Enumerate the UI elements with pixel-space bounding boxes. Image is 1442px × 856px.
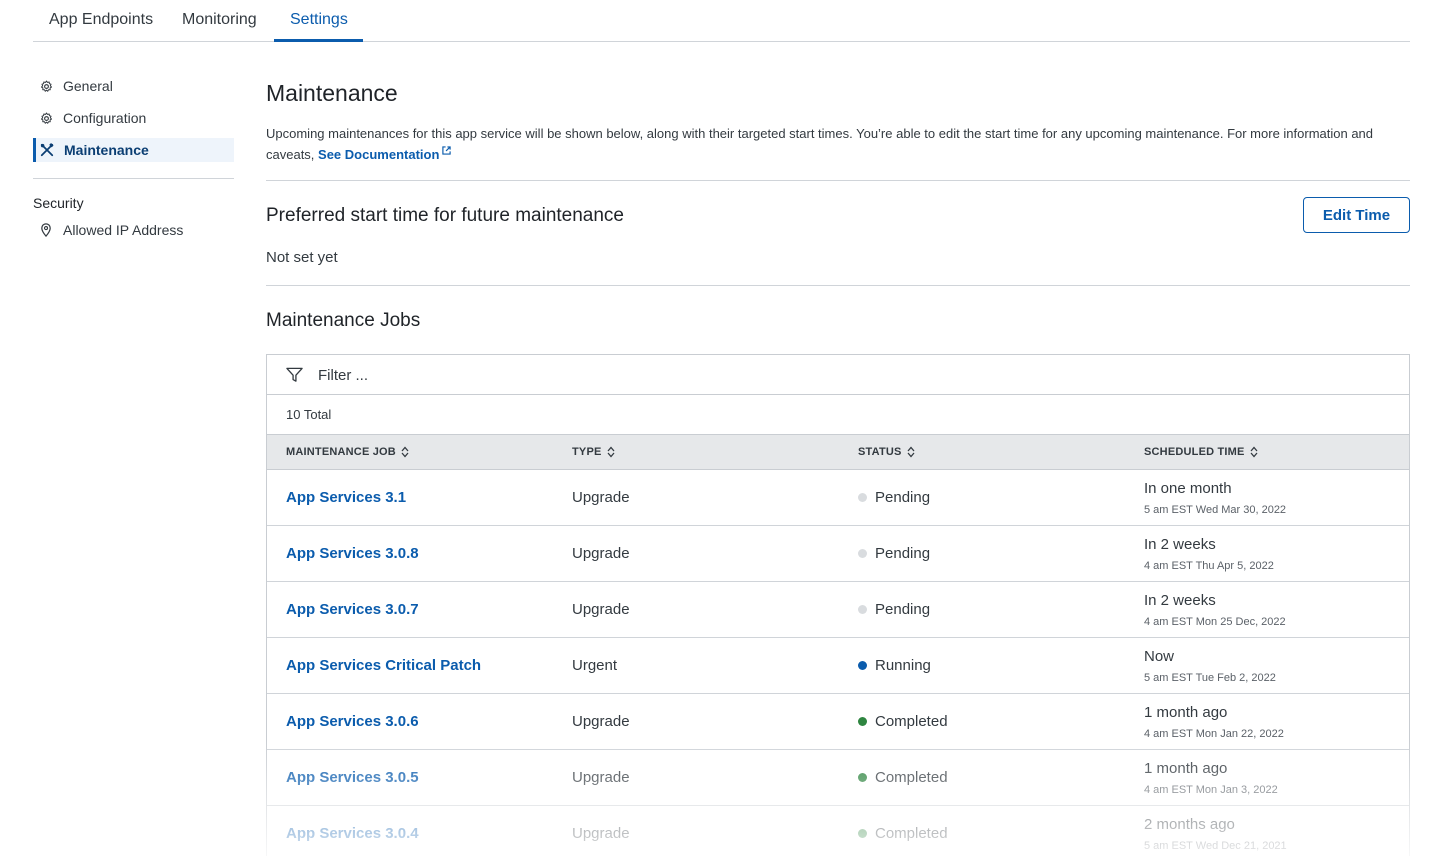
status-dot-icon — [858, 493, 867, 502]
column-header-type[interactable]: TYPE — [572, 446, 615, 458]
section-divider — [266, 285, 1410, 286]
column-header-job[interactable]: MAINTENANCE JOB — [286, 446, 409, 458]
scheduled-time: In 2 weeks — [1144, 592, 1216, 609]
sidebar-item-allowed-ip[interactable]: Allowed IP Address — [33, 218, 234, 242]
job-status: Completed — [858, 825, 948, 842]
job-type: Upgrade — [572, 825, 630, 842]
page-description: Upcoming maintenances for this app servi… — [266, 123, 1410, 165]
table-row: App Services 3.0.8 Upgrade Pending In 2 … — [267, 526, 1409, 582]
maintenance-jobs-title: Maintenance Jobs — [266, 310, 421, 331]
job-link[interactable]: App Services 3.0.4 — [286, 825, 419, 842]
tab-settings[interactable]: Settings — [290, 11, 348, 29]
table-row: App Services 3.0.6 Upgrade Completed 1 m… — [267, 694, 1409, 750]
scheduled-time-detail: 4 am EST Thu Apr 5, 2022 — [1144, 560, 1274, 572]
gear-icon — [39, 79, 53, 93]
total-count: 10 Total — [286, 407, 332, 422]
scheduled-time-detail: 4 am EST Mon Jan 22, 2022 — [1144, 728, 1284, 740]
job-link[interactable]: App Services 3.0.6 — [286, 713, 419, 730]
tab-monitoring[interactable]: Monitoring — [182, 11, 257, 29]
external-link-icon — [442, 146, 452, 155]
top-tab-bar: App Endpoints Monitoring Settings — [33, 0, 1410, 42]
table-row: App Services Critical Patch Urgent Runni… — [267, 638, 1409, 694]
job-type: Upgrade — [572, 601, 630, 618]
job-status: Pending — [858, 545, 930, 562]
sidebar-item-label: Maintenance — [64, 142, 149, 158]
job-status: Completed — [858, 769, 948, 786]
preferred-start-value: Not set yet — [266, 249, 338, 266]
scheduled-time: Now — [1144, 648, 1175, 665]
status-dot-icon — [858, 717, 867, 726]
scheduled-time-detail: 4 am EST Mon Jan 3, 2022 — [1144, 784, 1278, 796]
job-type: Upgrade — [572, 489, 630, 506]
status-dot-icon — [858, 773, 867, 782]
job-status: Running — [858, 657, 931, 674]
gear-icon — [39, 111, 53, 125]
filter-bar — [267, 355, 1409, 395]
job-type: Upgrade — [572, 769, 630, 786]
column-header-status[interactable]: STATUS — [858, 446, 915, 458]
tools-icon — [40, 143, 54, 157]
job-type: Upgrade — [572, 713, 630, 730]
scheduled-time-detail: 5 am EST Tue Feb 2, 2022 — [1144, 672, 1276, 684]
sort-icon — [907, 446, 915, 458]
tab-app-endpoints[interactable]: App Endpoints — [49, 11, 153, 29]
scheduled-time: 1 month ago — [1144, 760, 1228, 777]
job-type: Urgent — [572, 657, 618, 674]
status-dot-icon — [858, 549, 867, 558]
job-link[interactable]: App Services Critical Patch — [286, 657, 481, 674]
scheduled-time: In one month — [1144, 480, 1232, 497]
job-link[interactable]: App Services 3.1 — [286, 489, 406, 506]
sidebar-item-maintenance[interactable]: Maintenance — [33, 138, 234, 162]
job-link[interactable]: App Services 3.0.7 — [286, 601, 419, 618]
sidebar-section-heading: Security — [33, 195, 84, 211]
active-tab-indicator — [274, 39, 363, 42]
column-header-scheduled-time[interactable]: SCHEDULED TIME — [1144, 446, 1258, 458]
section-divider — [266, 180, 1410, 181]
scheduled-time: 1 month ago — [1144, 704, 1228, 721]
table-header: MAINTENANCE JOB TYPE STATUS SCHEDULED TI… — [267, 434, 1409, 470]
filter-input[interactable] — [318, 363, 1378, 387]
table-row: App Services 3.0.5 Upgrade Completed 1 m… — [267, 750, 1409, 806]
job-status: Completed — [858, 713, 948, 730]
filter-icon — [286, 367, 303, 382]
edit-time-button[interactable]: Edit Time — [1303, 197, 1410, 233]
job-status: Pending — [858, 489, 930, 506]
sort-icon — [607, 446, 615, 458]
sidebar-item-label: Configuration — [63, 110, 147, 126]
scheduled-time-detail: 5 am EST Wed Dec 21, 2021 — [1144, 840, 1287, 852]
sort-icon — [401, 446, 409, 458]
status-dot-icon — [858, 605, 867, 614]
sidebar-divider — [33, 178, 234, 179]
job-link[interactable]: App Services 3.0.8 — [286, 545, 419, 562]
job-status: Pending — [858, 601, 930, 618]
location-pin-icon — [39, 223, 53, 237]
scheduled-time-detail: 5 am EST Wed Mar 30, 2022 — [1144, 504, 1287, 516]
maintenance-jobs-table: 10 Total MAINTENANCE JOB TYPE STATUS SCH… — [266, 354, 1410, 856]
page-title: Maintenance — [266, 80, 398, 106]
see-documentation-link[interactable]: See Documentation — [318, 146, 452, 162]
job-link[interactable]: App Services 3.0.5 — [286, 769, 419, 786]
preferred-start-title: Preferred start time for future maintena… — [266, 205, 624, 226]
scheduled-time: In 2 weeks — [1144, 536, 1216, 553]
status-dot-icon — [858, 661, 867, 670]
scheduled-time: 2 months ago — [1144, 816, 1235, 833]
sidebar-item-general[interactable]: General — [33, 74, 234, 98]
table-row: App Services 3.0.7 Upgrade Pending In 2 … — [267, 582, 1409, 638]
table-row: App Services 3.1 Upgrade Pending In one … — [267, 470, 1409, 526]
status-dot-icon — [858, 829, 867, 838]
job-type: Upgrade — [572, 545, 630, 562]
table-row: App Services 3.0.4 Upgrade Completed 2 m… — [267, 806, 1409, 856]
sidebar-item-label: Allowed IP Address — [63, 222, 184, 238]
sort-icon — [1250, 446, 1258, 458]
scheduled-time-detail: 4 am EST Mon 25 Dec, 2022 — [1144, 616, 1286, 628]
sidebar-item-label: General — [63, 78, 113, 94]
sidebar-item-configuration[interactable]: Configuration — [33, 106, 234, 130]
